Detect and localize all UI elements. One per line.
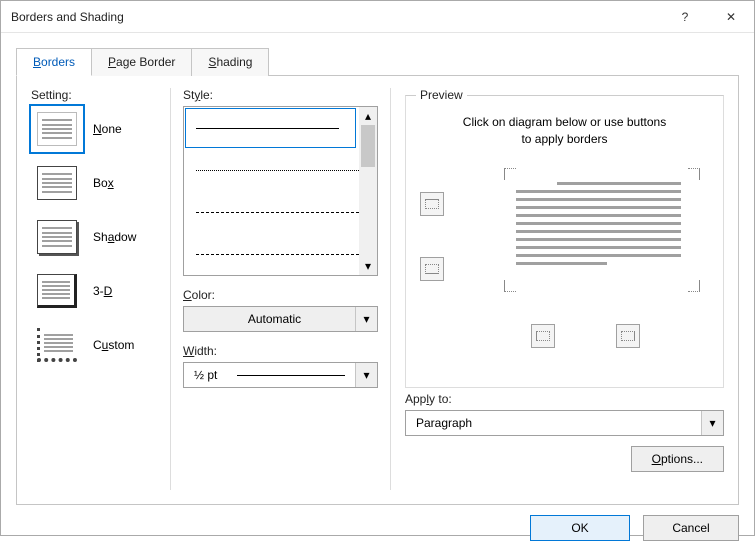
corner-br: [688, 280, 700, 292]
border-top-button[interactable]: [420, 192, 444, 216]
preview-line1: Click on diagram below or use buttons: [463, 115, 666, 129]
tab-shading-rest: hading: [216, 55, 252, 69]
color-value: Automatic: [184, 312, 355, 326]
close-button[interactable]: ✕: [708, 1, 754, 33]
scroll-up-icon[interactable]: ▴: [359, 107, 377, 125]
preview-paragraph[interactable]: [516, 182, 681, 265]
style-column: Style: ▴ ▾ Color: Autom: [171, 88, 391, 490]
setting-none-icon: [37, 112, 77, 146]
help-button[interactable]: ?: [662, 1, 708, 33]
style-dashed[interactable]: [184, 191, 377, 233]
chevron-down-icon: ▾: [709, 416, 715, 430]
setting-label: Setting:: [31, 88, 170, 102]
border-left-icon: [536, 331, 550, 341]
tab-page-border-rest: age Border: [116, 55, 175, 69]
chevron-down-icon: ▾: [363, 368, 369, 382]
width-value: ½ pt: [194, 368, 217, 382]
color-label: Color:: [183, 288, 378, 302]
style-label: Style:: [183, 88, 378, 102]
setting-shadow-label: Shadow: [93, 230, 136, 244]
setting-shadow[interactable]: Shadow: [31, 214, 170, 260]
border-right-button[interactable]: [616, 324, 640, 348]
style-list[interactable]: ▴ ▾: [183, 106, 378, 276]
width-sample-line: [237, 375, 345, 376]
scroll-thumb[interactable]: [361, 125, 375, 167]
dialog-window: Borders and Shading ? ✕ Borders Page Bor…: [0, 0, 755, 536]
preview-legend: Preview: [416, 88, 467, 102]
style-dotted[interactable]: [184, 149, 377, 191]
setting-column: Setting: None Box Shadow: [31, 88, 171, 490]
setting-custom-label: Custom: [93, 338, 134, 352]
cancel-button[interactable]: Cancel: [643, 515, 739, 541]
apply-to-dropdown-button[interactable]: ▾: [701, 411, 723, 435]
tab-shading[interactable]: Shading: [192, 48, 269, 76]
preview-group: Preview Click on diagram below or use bu…: [405, 88, 724, 388]
apply-to-section: Apply to: Paragraph ▾: [405, 392, 724, 436]
preview-column: Preview Click on diagram below or use bu…: [391, 88, 724, 490]
setting-3d-label: 3-D: [93, 284, 112, 298]
border-bottom-icon: [425, 264, 439, 274]
scroll-down-icon[interactable]: ▾: [359, 257, 377, 275]
setting-none-label: None: [93, 122, 122, 136]
corner-tr: [688, 168, 700, 180]
border-bottom-button[interactable]: [420, 257, 444, 281]
titlebar: Borders and Shading ? ✕: [1, 1, 754, 33]
border-top-icon: [425, 199, 439, 209]
chevron-down-icon: ▾: [363, 312, 369, 326]
setting-3d-icon: [37, 274, 77, 308]
ok-button[interactable]: OK: [530, 515, 629, 541]
options-button[interactable]: Options...: [631, 446, 724, 472]
style-solid[interactable]: [184, 107, 357, 149]
tab-borders[interactable]: Borders: [16, 48, 92, 76]
setting-3d[interactable]: 3-D: [31, 268, 170, 314]
setting-custom-icon: [37, 328, 77, 362]
preview-line2: to apply borders: [521, 132, 607, 146]
tab-borders-key: B: [33, 55, 41, 69]
border-left-button[interactable]: [531, 324, 555, 348]
tab-borders-rest: orders: [41, 55, 75, 69]
tab-page-border[interactable]: Page Border: [92, 48, 192, 76]
preview-diagram[interactable]: [416, 162, 713, 352]
width-content: ½ pt: [184, 368, 355, 382]
tab-page-border-key: P: [108, 55, 116, 69]
width-label: Width:: [183, 344, 378, 358]
tab-strip: Borders Page Border Shading: [16, 48, 739, 76]
footer: OK Cancel: [1, 515, 754, 553]
apply-to-value: Paragraph: [406, 416, 701, 430]
width-dropdown-button[interactable]: ▾: [355, 363, 377, 387]
setting-custom[interactable]: Custom: [31, 322, 170, 368]
apply-to-label: Apply to:: [405, 392, 724, 406]
style-dashdot[interactable]: [184, 233, 377, 275]
style-scrollbar[interactable]: ▴ ▾: [359, 107, 377, 275]
setting-box-icon: [37, 166, 77, 200]
preview-instructions: Click on diagram below or use buttons to…: [416, 114, 713, 148]
content-area: Borders Page Border Shading Setting: Non…: [1, 33, 754, 515]
setting-shadow-icon: [37, 220, 77, 254]
setting-none[interactable]: None: [31, 106, 170, 152]
apply-to-combo[interactable]: Paragraph ▾: [405, 410, 724, 436]
setting-list: None Box Shadow 3-D: [31, 106, 170, 368]
setting-box[interactable]: Box: [31, 160, 170, 206]
corner-tl: [504, 168, 516, 180]
color-dropdown-button[interactable]: ▾: [355, 307, 377, 331]
corner-bl: [504, 280, 516, 292]
dialog-title: Borders and Shading: [11, 10, 662, 24]
color-combo[interactable]: Automatic ▾: [183, 306, 378, 332]
setting-box-label: Box: [93, 176, 114, 190]
tab-panel: Setting: None Box Shadow: [16, 75, 739, 505]
border-right-icon: [621, 331, 635, 341]
width-combo[interactable]: ½ pt ▾: [183, 362, 378, 388]
